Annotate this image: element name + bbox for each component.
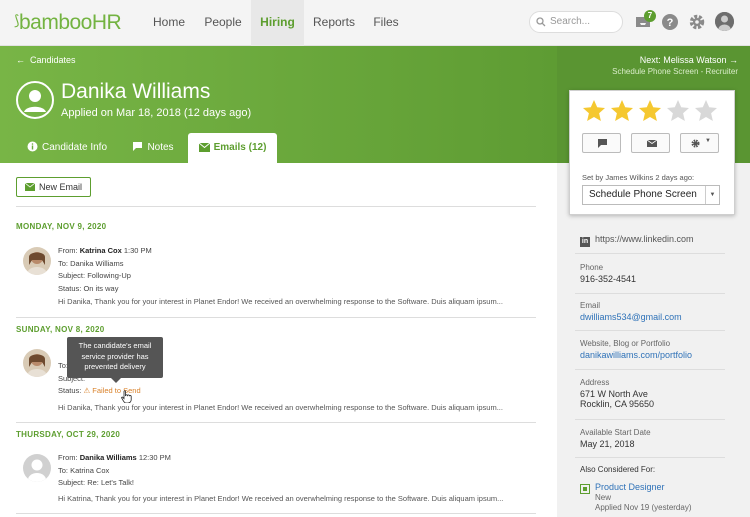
also-considered-job: Product Designer New Applied Nov 19 (yeste… [595,482,692,512]
star-filled-icon[interactable] [610,99,634,123]
website-link[interactable]: danikawilliams.com/portfolio [580,350,692,360]
svg-text:?: ? [667,17,674,29]
job-icon [580,484,590,494]
linkedin-row[interactable]: in https://www.linkedin.com [580,234,726,247]
star-empty-icon[interactable] [694,99,718,123]
phone-row: Phone 916-352-4541 [580,263,637,284]
comment-icon [133,142,143,151]
website-row: Website, Blog or Portfolio danikawilliams… [580,339,693,360]
sender-avatar [23,247,51,275]
start-date-row: Available Start Date May 21, 2018 [580,428,651,449]
back-to-candidates-link[interactable]: ← Candidates [16,55,76,65]
star-filled-icon[interactable] [638,99,662,123]
email-meta[interactable]: From: Katrina Cox 1:30 PM To: Danika Wil… [58,245,152,295]
divider [575,330,725,331]
divider [16,513,536,514]
failed-status[interactable]: Failed to Send [92,386,140,395]
search-icon [536,17,546,27]
address-row: Address 671 W North Ave Rocklin, CA 95650 [580,378,655,409]
nav-reports[interactable]: Reports [304,0,364,46]
divider [16,422,536,423]
actions-menu-button[interactable]: ▼ [680,133,719,153]
star-empty-icon[interactable] [666,99,690,123]
new-email-button[interactable]: New Email [16,177,91,197]
next-candidate-link[interactable]: Next: Melissa Watson → Schedule Phone Scr… [612,55,738,76]
applied-date: Applied on Mar 18, 2018 (12 days ago) [61,107,252,119]
caret-down-icon: ▼ [705,186,719,204]
arrow-left-icon: ← [16,55,31,65]
caret-down-icon: ▼ [705,138,711,144]
envelope-icon [25,183,35,191]
hand-cursor-icon [121,390,132,403]
email-button[interactable] [631,133,670,153]
divider [575,457,725,458]
search-input[interactable]: Search... [529,11,623,33]
email-link[interactable]: dwilliams534@gmail.com [580,312,682,322]
divider [16,206,536,207]
email-preview[interactable]: Hi Danika, Thank you for your interest i… [58,297,503,306]
divider [575,253,725,254]
nav-people[interactable]: People [195,0,251,46]
gear-icon [691,139,700,148]
email-preview[interactable]: Hi Katrina, Thank you for your interest … [58,494,503,503]
envelope-icon [647,140,657,147]
tab-notes[interactable]: Notes [124,133,182,163]
comment-icon [598,139,607,148]
also-considered-section: Also Considered For: [580,465,656,474]
info-icon [27,141,38,152]
tab-emails[interactable]: Emails (12) [188,133,277,163]
inbox-badge: 7 [644,10,656,22]
divider [575,293,725,294]
rating-card: ▼ Set by James Wilkins 2 days ago: Sched… [569,90,735,215]
divider [16,317,536,318]
nav-home[interactable]: Home [143,0,195,46]
hiring-stage-select[interactable]: Schedule Phone Screen ▼ [582,185,720,205]
bamboohr-logo[interactable]: ⟆bambooHR [14,11,122,35]
divider [575,369,725,370]
nav-hiring[interactable]: Hiring [251,0,304,46]
comment-button[interactable] [582,133,621,153]
sender-avatar [23,454,51,482]
email-date-header: MONDAY, NOV 9, 2020 [16,222,107,231]
tab-candidate-info[interactable]: Candidate Info [16,133,118,163]
delivery-failed-tooltip: The candidate's email service provider h… [67,337,163,383]
email-date-header: THURSDAY, OCT 29, 2020 [16,430,121,439]
nav-files[interactable]: Files [364,0,408,46]
warning-icon: ⚠ [83,386,91,395]
linkedin-icon: in [580,237,590,247]
rating-set-by: Set by James Wilkins 2 days ago: [582,173,695,182]
job-link[interactable]: Product Designer [595,482,665,492]
sender-avatar [23,349,51,377]
envelope-icon [198,142,210,152]
settings-gear-icon[interactable] [688,13,706,31]
candidate-avatar [16,81,54,119]
divider [575,419,725,420]
help-icon[interactable]: ? [661,13,679,31]
email-date-header: SUNDAY, NOV 8, 2020 [16,325,105,334]
user-avatar[interactable] [715,12,734,31]
email-meta[interactable]: From: Danika Williams 12:30 PM To: Katri… [58,452,171,490]
email-row: Email dwilliams534@gmail.com [580,301,682,322]
email-preview[interactable]: Hi Danika, Thank you for your interest i… [58,403,503,412]
arrow-right-icon: → [729,55,738,65]
candidate-name: Danika Williams [61,80,211,103]
star-filled-icon[interactable] [582,99,606,123]
top-nav: ⟆bambooHR Home People Hiring Reports Fil… [0,0,750,46]
